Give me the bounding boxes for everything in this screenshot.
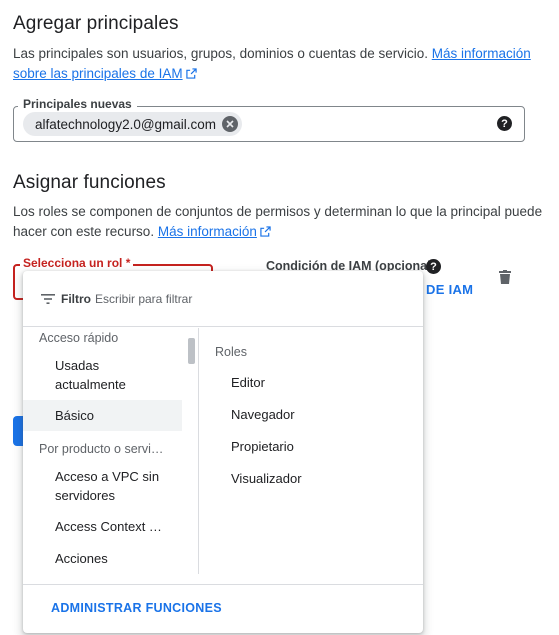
principal-chip[interactable]: alfatechnology2.0@gmail.com	[23, 112, 243, 136]
role-option-owner[interactable]: Propietario	[231, 439, 294, 454]
add-principals-title: Agregar principales	[13, 13, 179, 34]
principal-chip-label: alfatechnology2.0@gmail.com	[35, 116, 217, 132]
list-item-actions[interactable]: Acciones	[23, 549, 182, 569]
scrollbar-track[interactable]	[187, 328, 195, 574]
add-principals-description: Las principales son usuarios, grupos, do…	[13, 44, 533, 84]
group-quick-access: Acceso rápido	[39, 331, 119, 345]
open-in-new-icon	[185, 68, 197, 79]
help-icon[interactable]: ?	[497, 116, 512, 131]
assign-roles-description: Los roles se componen de conjuntos de pe…	[13, 202, 543, 242]
roles-description-line2: hacer con este recurso.	[13, 224, 155, 239]
list-item-serverless-vpc[interactable]: Acceso a VPC sin servidores	[23, 467, 182, 507]
add-iam-condition-link[interactable]: DE IAM	[426, 282, 473, 297]
principals-link-line2: sobre las principales de IAM	[13, 66, 183, 81]
cancel-icon[interactable]	[222, 116, 239, 132]
manage-roles-button[interactable]: ADMINISTRAR FUNCIONES	[51, 601, 222, 615]
scrollbar-thumb[interactable]	[188, 338, 195, 364]
list-item-basic[interactable]: Básico	[23, 400, 182, 431]
role-option-browser[interactable]: Navegador	[231, 407, 295, 422]
principals-description-text: Las principales son usuarios, grupos, do…	[13, 46, 428, 61]
assign-roles-title: Asignar funciones	[13, 172, 166, 193]
help-icon[interactable]: ?	[426, 259, 441, 274]
filter-label: Filtro	[61, 291, 91, 306]
filter-list-icon	[41, 293, 55, 304]
roles-heading: Roles	[215, 345, 247, 359]
list-item-access-context[interactable]: Access Context …	[23, 517, 182, 537]
column-divider	[198, 328, 199, 574]
roles-description-line1: Los roles se componen de conjuntos de pe…	[13, 204, 543, 219]
roles-more-info-link[interactable]: Más información	[158, 224, 257, 239]
principals-link-line1: Más información	[431, 46, 531, 61]
new-principals-label: Principales nuevas	[18, 97, 137, 111]
role-select-label: Selecciona un rol *	[20, 256, 134, 270]
filter-bar: Filtro	[23, 271, 423, 327]
group-by-product: Por producto o servi…	[39, 442, 164, 456]
trash-icon[interactable]	[499, 270, 511, 284]
role-category-list: Acceso rápido Usadas actualmente Básico …	[23, 328, 198, 574]
role-option-viewer[interactable]: Visualizador	[231, 471, 302, 486]
role-dropdown-panel: Filtro Acceso rápido Usadas actualmente …	[23, 271, 423, 633]
list-item-currently-used[interactable]: Usadas actualmente	[23, 356, 182, 396]
open-in-new-icon	[260, 226, 271, 237]
filter-input[interactable]	[95, 291, 355, 306]
list-item-access-context-label: Access Context …	[55, 519, 162, 534]
role-option-editor[interactable]: Editor	[231, 375, 265, 390]
